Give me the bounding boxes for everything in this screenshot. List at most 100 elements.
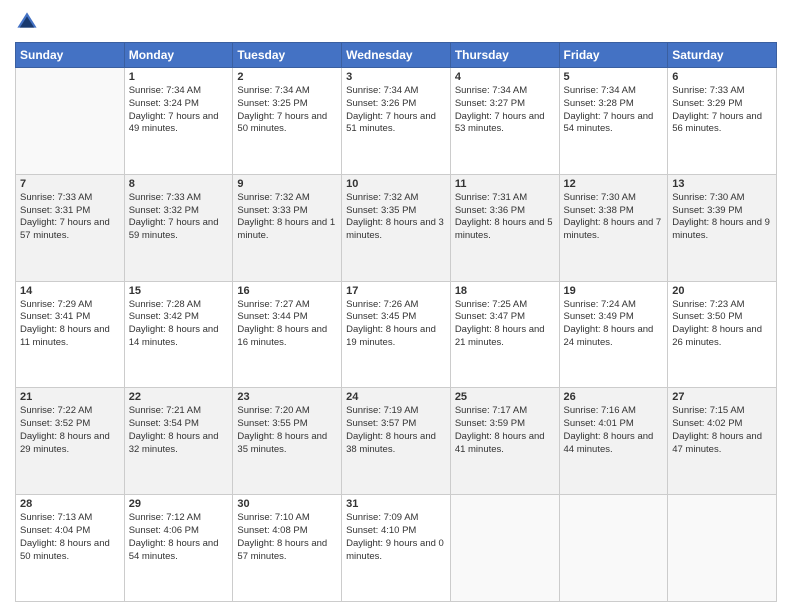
sunset-text: Sunset: 3:27 PM — [455, 98, 555, 111]
week-row: 28Sunrise: 7:13 AMSunset: 4:04 PMDayligh… — [16, 495, 777, 602]
sunrise-text: Sunrise: 7:32 AM — [346, 192, 446, 205]
day-number: 5 — [564, 71, 664, 83]
sunrise-text: Sunrise: 7:17 AM — [455, 405, 555, 418]
calendar-cell: 7Sunrise: 7:33 AMSunset: 3:31 PMDaylight… — [16, 174, 125, 281]
sunrise-text: Sunrise: 7:23 AM — [672, 299, 772, 312]
day-number: 30 — [237, 498, 337, 510]
day-number: 11 — [455, 178, 555, 190]
calendar-cell — [559, 495, 668, 602]
sunrise-text: Sunrise: 7:29 AM — [20, 299, 120, 312]
header-cell-thursday: Thursday — [450, 43, 559, 68]
day-number: 22 — [129, 391, 229, 403]
calendar-page: SundayMondayTuesdayWednesdayThursdayFrid… — [0, 0, 792, 612]
day-number: 13 — [672, 178, 772, 190]
calendar-cell: 16Sunrise: 7:27 AMSunset: 3:44 PMDayligh… — [233, 281, 342, 388]
sunrise-text: Sunrise: 7:34 AM — [346, 85, 446, 98]
sunset-text: Sunset: 3:32 PM — [129, 205, 229, 218]
calendar-cell: 10Sunrise: 7:32 AMSunset: 3:35 PMDayligh… — [342, 174, 451, 281]
sunrise-text: Sunrise: 7:34 AM — [237, 85, 337, 98]
header-cell-saturday: Saturday — [668, 43, 777, 68]
sunrise-text: Sunrise: 7:24 AM — [564, 299, 664, 312]
daylight-text: Daylight: 7 hours and 56 minutes. — [672, 111, 772, 137]
daylight-text: Daylight: 8 hours and 21 minutes. — [455, 324, 555, 350]
daylight-text: Daylight: 8 hours and 38 minutes. — [346, 431, 446, 457]
calendar-cell: 8 Sunrise: 7:33 AMSunset: 3:32 PMDaylight… — [124, 174, 233, 281]
sunset-text: Sunset: 3:54 PM — [129, 418, 229, 431]
daylight-text: Daylight: 7 hours and 53 minutes. — [455, 111, 555, 137]
sunrise-text: Sunrise: 7:27 AM — [237, 299, 337, 312]
daylight-text: Daylight: 7 hours and 54 minutes. — [564, 111, 664, 137]
sunset-text: Sunset: 3:38 PM — [564, 205, 664, 218]
sunrise-text: Sunrise: 7:10 AM — [237, 512, 337, 525]
sunset-text: Sunset: 3:41 PM — [20, 311, 120, 324]
sunset-text: Sunset: 4:04 PM — [20, 525, 120, 538]
day-number: 25 — [455, 391, 555, 403]
daylight-text: Daylight: 8 hours and 16 minutes. — [237, 324, 337, 350]
calendar-cell: 27Sunrise: 7:15 AMSunset: 4:02 PMDayligh… — [668, 388, 777, 495]
header-cell-monday: Monday — [124, 43, 233, 68]
sunrise-text: Sunrise: 7:12 AM — [129, 512, 229, 525]
daylight-text: Daylight: 8 hours and 54 minutes. — [129, 538, 229, 564]
sunset-text: Sunset: 4:08 PM — [237, 525, 337, 538]
daylight-text: Daylight: 7 hours and 59 minutes. — [129, 217, 229, 243]
calendar-cell: 23Sunrise: 7:20 AMSunset: 3:55 PMDayligh… — [233, 388, 342, 495]
sunset-text: Sunset: 3:36 PM — [455, 205, 555, 218]
calendar-cell: 22Sunrise: 7:21 AMSunset: 3:54 PMDayligh… — [124, 388, 233, 495]
sunset-text: Sunset: 3:39 PM — [672, 205, 772, 218]
day-number: 12 — [564, 178, 664, 190]
sunset-text: Sunset: 3:52 PM — [20, 418, 120, 431]
calendar-body: 1Sunrise: 7:34 AMSunset: 3:24 PMDaylight… — [16, 68, 777, 602]
calendar-cell — [450, 495, 559, 602]
sunset-text: Sunset: 3:50 PM — [672, 311, 772, 324]
daylight-text: Daylight: 9 hours and 0 minutes. — [346, 538, 446, 564]
calendar-cell: 31Sunrise: 7:09 AMSunset: 4:10 PMDayligh… — [342, 495, 451, 602]
sunrise-text: Sunrise: 7:22 AM — [20, 405, 120, 418]
sunset-text: Sunset: 3:57 PM — [346, 418, 446, 431]
calendar-cell: 11Sunrise: 7:31 AMSunset: 3:36 PMDayligh… — [450, 174, 559, 281]
day-number: 28 — [20, 498, 120, 510]
calendar-cell: 5Sunrise: 7:34 AMSunset: 3:28 PMDaylight… — [559, 68, 668, 175]
daylight-text: Daylight: 8 hours and 1 minute. — [237, 217, 337, 243]
daylight-text: Daylight: 8 hours and 57 minutes. — [237, 538, 337, 564]
daylight-text: Daylight: 8 hours and 24 minutes. — [564, 324, 664, 350]
day-number: 8 — [129, 178, 229, 190]
header-cell-friday: Friday — [559, 43, 668, 68]
sunset-text: Sunset: 3:29 PM — [672, 98, 772, 111]
day-number: 10 — [346, 178, 446, 190]
sunrise-text: Sunrise: 7:34 AM — [129, 85, 229, 98]
calendar-cell: 17Sunrise: 7:26 AMSunset: 3:45 PMDayligh… — [342, 281, 451, 388]
day-number: 17 — [346, 285, 446, 297]
calendar-cell: 19Sunrise: 7:24 AMSunset: 3:49 PMDayligh… — [559, 281, 668, 388]
day-number: 6 — [672, 71, 772, 83]
calendar-cell: 24Sunrise: 7:19 AMSunset: 3:57 PMDayligh… — [342, 388, 451, 495]
daylight-text: Daylight: 8 hours and 32 minutes. — [129, 431, 229, 457]
logo — [15, 10, 43, 34]
sunrise-text: Sunrise: 7:15 AM — [672, 405, 772, 418]
day-number: 7 — [20, 178, 120, 190]
calendar-cell: 18Sunrise: 7:25 AMSunset: 3:47 PMDayligh… — [450, 281, 559, 388]
calendar-cell: 29Sunrise: 7:12 AMSunset: 4:06 PMDayligh… — [124, 495, 233, 602]
sunset-text: Sunset: 3:26 PM — [346, 98, 446, 111]
calendar-cell: 26Sunrise: 7:16 AMSunset: 4:01 PMDayligh… — [559, 388, 668, 495]
day-number: 3 — [346, 71, 446, 83]
week-row: 21Sunrise: 7:22 AMSunset: 3:52 PMDayligh… — [16, 388, 777, 495]
sunset-text: Sunset: 3:59 PM — [455, 418, 555, 431]
sunrise-text: Sunrise: 7:19 AM — [346, 405, 446, 418]
sunrise-text: Sunrise: 7:33 AM — [129, 192, 229, 205]
header-cell-tuesday: Tuesday — [233, 43, 342, 68]
sunrise-text: Sunrise: 7:20 AM — [237, 405, 337, 418]
sunset-text: Sunset: 4:06 PM — [129, 525, 229, 538]
day-number: 16 — [237, 285, 337, 297]
calendar-cell: 1Sunrise: 7:34 AMSunset: 3:24 PMDaylight… — [124, 68, 233, 175]
calendar-cell: 2Sunrise: 7:34 AMSunset: 3:25 PMDaylight… — [233, 68, 342, 175]
day-number: 31 — [346, 498, 446, 510]
daylight-text: Daylight: 7 hours and 57 minutes. — [20, 217, 120, 243]
sunrise-text: Sunrise: 7:28 AM — [129, 299, 229, 312]
week-row: 14Sunrise: 7:29 AMSunset: 3:41 PMDayligh… — [16, 281, 777, 388]
calendar-cell: 12Sunrise: 7:30 AMSunset: 3:38 PMDayligh… — [559, 174, 668, 281]
sunset-text: Sunset: 3:55 PM — [237, 418, 337, 431]
calendar-cell: 3Sunrise: 7:34 AMSunset: 3:26 PMDaylight… — [342, 68, 451, 175]
sunrise-text: Sunrise: 7:32 AM — [237, 192, 337, 205]
daylight-text: Daylight: 8 hours and 47 minutes. — [672, 431, 772, 457]
day-number: 9 — [237, 178, 337, 190]
